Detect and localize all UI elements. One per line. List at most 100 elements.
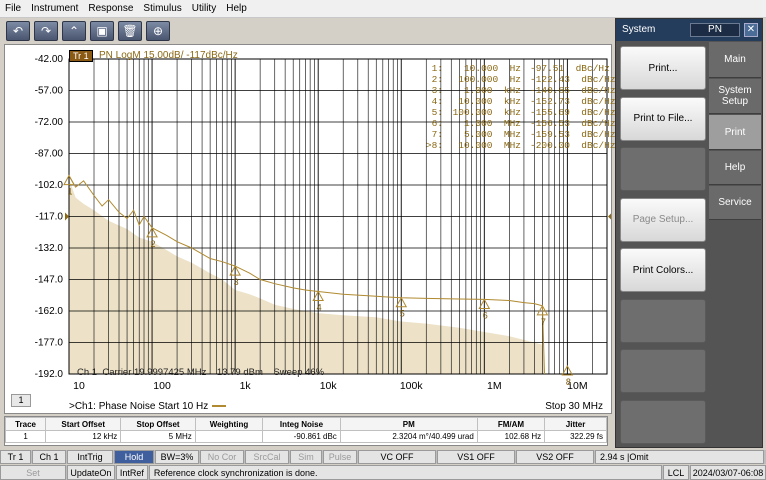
column-header[interactable]: Stop Offset (120, 417, 196, 431)
status-pulse[interactable]: Pulse (323, 450, 357, 464)
marker-button[interactable]: ⌃ (62, 21, 86, 41)
marker-freq: 10.000 MHz (458, 140, 521, 151)
tab-help[interactable]: Help (709, 151, 761, 185)
marker-val: -159.53 dBc/Hz (530, 129, 616, 140)
trace-line-legend (212, 405, 227, 408)
column-header[interactable]: Jitter (544, 417, 607, 431)
column-header[interactable]: PM (339, 417, 478, 431)
menu-response[interactable]: Response (83, 3, 138, 14)
redo-icon: ↷ (40, 24, 52, 38)
x-tick-label: 10k (320, 380, 338, 392)
marker-freq: 10.000 Hz (463, 63, 521, 74)
page-setup-button[interactable]: Page Setup... (620, 197, 706, 242)
marker-label: 4 (317, 303, 322, 313)
table-row[interactable]: 1 12 kHz 5 MHz -90.861 dBc 2.3204 m°/40.499 … (4, 430, 607, 443)
softkey-empty[interactable] (620, 399, 706, 444)
tab-system-setup[interactable]: System Setup (709, 79, 761, 114)
marker-freq: 1.000 MHz (463, 118, 521, 129)
menu-file[interactable]: File (0, 3, 26, 14)
marker-val: -140.65 dBc/Hz (530, 85, 616, 96)
status-srccal[interactable]: SrcCal (245, 450, 289, 464)
table-cell[interactable]: 2.3204 m°/40.499 urad (339, 430, 478, 443)
zoom-icon: ⊕ (152, 24, 164, 38)
status-2-94-s-omit[interactable]: 2.94 s |Omit (595, 450, 764, 464)
status-ch-1[interactable]: Ch 1 (32, 450, 66, 464)
print-colors-button[interactable]: Print Colors... (620, 248, 706, 292)
status-datetime: 2024/03/07-06:08 (690, 465, 766, 480)
menu-help[interactable]: Help (221, 3, 252, 14)
chart-window[interactable]: -42.00 -57.00 -72.00 -87.00 -102.0 -117.0 -132… (4, 44, 616, 414)
y-tick-label: -147.0 (35, 275, 64, 286)
status-vs1-off[interactable]: VS1 OFF (437, 450, 515, 464)
channel-label[interactable]: 1 (11, 394, 31, 407)
table-cell[interactable]: 102.68 Hz (476, 430, 546, 443)
marker-freq: 10.000 kHz (458, 96, 521, 107)
status-set[interactable]: Set (0, 465, 66, 480)
status-no-cor[interactable]: No Cor (200, 450, 244, 464)
table-cell[interactable]: -90.861 dBc (262, 430, 341, 443)
panel-header: System PN ✕ (616, 19, 762, 41)
menu-stimulus[interactable]: Stimulus (138, 3, 186, 14)
marker-id: 3: (431, 85, 443, 96)
status-tr-1[interactable]: Tr 1 (0, 450, 31, 464)
zoom-button[interactable]: ⊕ (146, 21, 170, 41)
tab-print[interactable]: Print (709, 115, 761, 150)
status-update-on[interactable]: UpdateOn (66, 465, 115, 480)
y-tick-label: -42.00 (35, 54, 64, 65)
table-cell[interactable]: 5 MHz (120, 430, 196, 443)
marker-label: 5 (400, 309, 405, 319)
status-message: Reference clock synchronization is done. (148, 465, 662, 480)
status-hold[interactable]: Hold (114, 450, 154, 464)
marker-val: -97.51 dBc/Hz (530, 63, 610, 74)
status-bar-bottom: Set UpdateOn IntRef Reference clock synchro… (0, 465, 766, 480)
close-icon[interactable]: ✕ (744, 23, 758, 37)
column-header[interactable]: Weighting (194, 417, 264, 431)
status-lcl[interactable]: LCL (663, 465, 689, 480)
print-button[interactable]: ▣ (90, 21, 114, 41)
system-softkey-panel: System PN ✕ Print... Print to File... Page… (615, 18, 763, 448)
sweep-stop-label: Stop 30 MHz (545, 401, 603, 412)
delete-button[interactable]: 🗑 (118, 21, 142, 41)
column-header[interactable]: FM/AM (476, 417, 546, 431)
tab-main[interactable]: Main (709, 42, 761, 78)
status-vc-off[interactable]: VC OFF (358, 450, 436, 464)
table-cell[interactable]: 322.29 fs (544, 430, 607, 443)
ref-arrow-right (608, 213, 611, 220)
sweep-start-text: >Ch1: Phase Noise Start 10 Hz (69, 401, 209, 412)
column-header[interactable]: Integ Noise (262, 417, 341, 431)
column-header[interactable]: Trace (4, 417, 47, 431)
panel-title: System (622, 24, 656, 35)
table-cell[interactable] (194, 430, 264, 443)
softkey-empty[interactable] (620, 349, 706, 393)
print-button[interactable]: Print... (620, 46, 706, 90)
status-vs2-off[interactable]: VS2 OFF (516, 450, 594, 464)
marker-val: -200.00 dBc/Hz (530, 140, 616, 151)
print-to-file-button[interactable]: Print to File... (620, 96, 706, 141)
marker-id: 4: (431, 96, 443, 107)
status-inttrig[interactable]: IntTrig (67, 450, 113, 464)
redo-button[interactable]: ↷ (34, 21, 58, 41)
column-header[interactable]: Start Offset (45, 417, 122, 431)
table-cell[interactable]: 12 kHz (45, 430, 122, 443)
marker-val: -152.73 dBc/Hz (530, 96, 616, 107)
x-tick-label: 10 (73, 380, 85, 392)
trace-title[interactable]: PN LogM 15.00dB/ -117dBc/Hz (99, 50, 238, 61)
softkey-empty[interactable] (620, 147, 706, 191)
panel-mode-box[interactable]: PN (690, 23, 740, 37)
status-sim[interactable]: Sim (290, 450, 322, 464)
marker-id: 7: (431, 129, 443, 140)
status-int-ref[interactable]: IntRef (115, 465, 148, 480)
menu-utility[interactable]: Utility (187, 3, 221, 14)
carrier-readout: Ch 1 Carrier 19.9997425 MHz 13.79 dBm Sw… (77, 367, 325, 378)
undo-button[interactable]: ↶ (6, 21, 30, 41)
marker-freq: 100.000 Hz (458, 74, 521, 85)
status-bw-3[interactable]: BW=3% (155, 450, 199, 464)
tab-service[interactable]: Service (709, 186, 761, 220)
noise-floor-area (69, 178, 545, 374)
marker-id: 6: (431, 118, 443, 129)
menu-instrument[interactable]: Instrument (26, 3, 83, 14)
table-cell[interactable]: 1 (4, 430, 47, 443)
trace-badge[interactable]: Tr 1 (69, 50, 93, 62)
softkey-empty[interactable] (620, 298, 706, 343)
measurement-table[interactable]: Trace Start Offset Stop Offset Weighting Int… (4, 416, 608, 446)
